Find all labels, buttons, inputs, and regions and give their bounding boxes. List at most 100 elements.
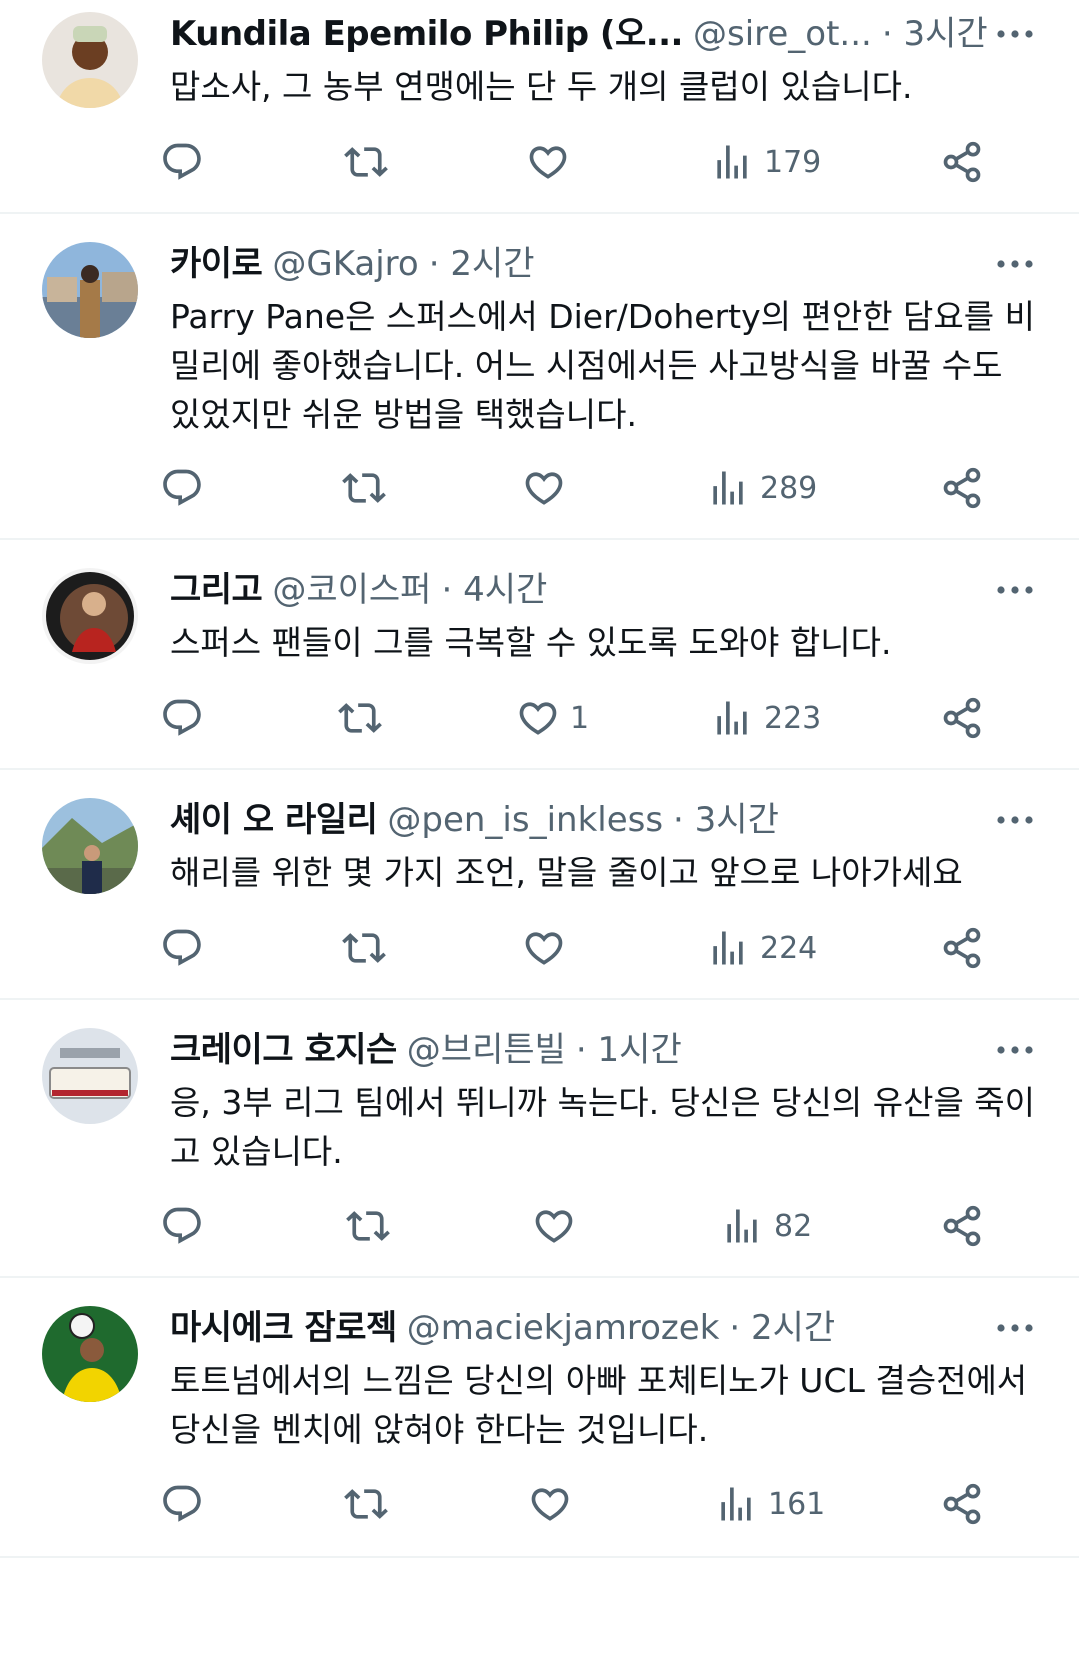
heart-icon	[532, 1204, 576, 1248]
retweet-arrows-icon	[344, 140, 388, 184]
timestamp[interactable]: · 3시간	[673, 800, 779, 840]
more-dots-icon	[995, 584, 1035, 596]
reply-bubble-icon	[160, 1204, 204, 1248]
display-name[interactable]: 마시에크 잠로젝	[170, 1308, 397, 1348]
action-bar: 1 223	[0, 692, 1079, 744]
retweet-arrows-icon	[342, 926, 386, 970]
display-name[interactable]: 셰이 오 라일리	[170, 800, 378, 840]
retweet-button[interactable]	[342, 462, 386, 514]
share-button[interactable]	[940, 1478, 984, 1530]
view-count: 224	[760, 930, 818, 966]
tweet-text: 토트넘에서의 느낌은 당신의 아빠 포체티노가 UCL 결승전에서 당신을 벤치…	[170, 1361, 1028, 1449]
more-options-button[interactable]	[993, 1306, 1037, 1350]
retweet-arrows-icon	[344, 1482, 388, 1526]
share-button[interactable]	[940, 1200, 984, 1252]
bar-chart-icon	[710, 696, 754, 740]
reply-button[interactable]	[160, 1478, 204, 1530]
display-name[interactable]: 카이로	[170, 244, 263, 284]
more-dots-icon	[995, 1044, 1035, 1056]
tweet-header: 그리고 @코이스퍼 · 4시간	[170, 568, 989, 612]
handle[interactable]: @sire_ot...	[693, 14, 872, 54]
retweet-button[interactable]	[344, 136, 388, 188]
like-count: 1	[570, 700, 590, 736]
views-button[interactable]: 161	[714, 1478, 825, 1530]
views-button[interactable]: 82	[720, 1200, 812, 1252]
reply-button[interactable]	[160, 136, 204, 188]
share-button[interactable]	[940, 462, 984, 514]
share-button[interactable]	[940, 136, 984, 188]
views-button[interactable]: 223	[710, 692, 821, 744]
reply-bubble-icon	[160, 696, 204, 740]
reply-bubble-icon	[160, 466, 204, 510]
like-button[interactable]	[528, 1478, 582, 1530]
tweet-4[interactable]: 셰이 오 라일리 @pen_is_inkless · 3시간 해리를 위한 몇 가지…	[0, 770, 1079, 998]
reply-button[interactable]	[160, 1200, 204, 1252]
tweet-3[interactable]: 그리고 @코이스퍼 · 4시간 스퍼스 팬들이 그를 극복할 수 있도록 도와야 합…	[0, 540, 1079, 768]
tweet-header: Kundila Epemilo Philip (오... @sire_ot... ·…	[170, 12, 989, 56]
handle[interactable]: @pen_is_inkless	[387, 800, 663, 840]
view-count: 82	[774, 1208, 813, 1244]
more-dots-icon	[995, 258, 1035, 270]
more-dots-icon	[995, 28, 1035, 40]
avatar[interactable]	[42, 568, 138, 664]
retweet-button[interactable]	[338, 692, 382, 744]
tweet-text: 해리를 위한 몇 가지 조언, 말을 줄이고 앞으로 나아가세요	[170, 853, 963, 892]
timestamp[interactable]: · 2시간	[729, 1308, 835, 1348]
more-options-button[interactable]	[993, 242, 1037, 286]
heart-icon	[528, 1482, 572, 1526]
timestamp[interactable]: · 3시간	[882, 14, 988, 54]
view-count: 289	[760, 470, 818, 506]
avatar[interactable]	[42, 1306, 138, 1402]
retweet-button[interactable]	[344, 1478, 388, 1530]
display-name[interactable]: 그리고	[170, 570, 263, 610]
reply-button[interactable]	[160, 922, 204, 974]
reply-button[interactable]	[160, 692, 204, 744]
timestamp[interactable]: · 4시간	[441, 570, 547, 610]
views-button[interactable]: 224	[706, 922, 817, 974]
handle[interactable]: @코이스퍼	[272, 570, 431, 610]
like-button[interactable]: 1	[516, 692, 589, 744]
tweet-5[interactable]: 크레이그 호지슨 @브리튼빌 · 1시간 응, 3부 리그 팀에서 뛰니까 녹는다.…	[0, 1000, 1079, 1276]
tweet-header: 셰이 오 라일리 @pen_is_inkless · 3시간	[170, 798, 989, 842]
like-button[interactable]	[532, 1200, 586, 1252]
handle[interactable]: @GKajro	[272, 244, 418, 284]
handle[interactable]: @브리튼빌	[407, 1030, 566, 1070]
avatar[interactable]	[42, 12, 138, 108]
display-name[interactable]: 크레이그 호지슨	[170, 1030, 397, 1070]
reply-button[interactable]	[160, 462, 204, 514]
heart-icon	[526, 140, 570, 184]
tweet-6[interactable]: 마시에크 잠로젝 @maciekjamrozek · 2시간 토트넘에서의 느낌은 …	[0, 1278, 1079, 1556]
action-bar: 289	[0, 462, 1079, 514]
avatar[interactable]	[42, 1028, 138, 1124]
view-count: 161	[768, 1486, 826, 1522]
views-button[interactable]: 179	[710, 136, 821, 188]
display-name[interactable]: Kundila Epemilo Philip (오...	[170, 14, 683, 54]
tweet-1[interactable]: Kundila Epemilo Philip (오... @sire_ot... ·…	[0, 0, 1079, 212]
like-button[interactable]	[522, 462, 576, 514]
tweet-2[interactable]: 카이로 @GKajro · 2시간 Parry Pane은 스퍼스에서 Dier/D…	[0, 214, 1079, 538]
like-button[interactable]	[522, 922, 576, 974]
avatar[interactable]	[42, 798, 138, 894]
views-button[interactable]: 289	[706, 462, 817, 514]
more-options-button[interactable]	[993, 568, 1037, 612]
share-nodes-icon	[940, 1482, 984, 1526]
retweet-button[interactable]	[342, 922, 386, 974]
avatar[interactable]	[42, 242, 138, 338]
share-button[interactable]	[940, 692, 984, 744]
bar-chart-icon	[706, 926, 750, 970]
timestamp[interactable]: · 1시간	[576, 1030, 682, 1070]
heart-icon	[516, 696, 560, 740]
more-dots-icon	[995, 1322, 1035, 1334]
more-options-button[interactable]	[993, 1028, 1037, 1072]
handle[interactable]: @maciekjamrozek	[407, 1308, 720, 1348]
heart-icon	[522, 926, 566, 970]
more-options-button[interactable]	[993, 12, 1037, 56]
share-nodes-icon	[940, 466, 984, 510]
divider	[0, 1556, 1079, 1558]
bar-chart-icon	[714, 1482, 758, 1526]
retweet-button[interactable]	[346, 1200, 390, 1252]
like-button[interactable]	[526, 136, 580, 188]
share-button[interactable]	[940, 922, 984, 974]
timestamp[interactable]: · 2시간	[429, 244, 535, 284]
more-options-button[interactable]	[993, 798, 1037, 842]
